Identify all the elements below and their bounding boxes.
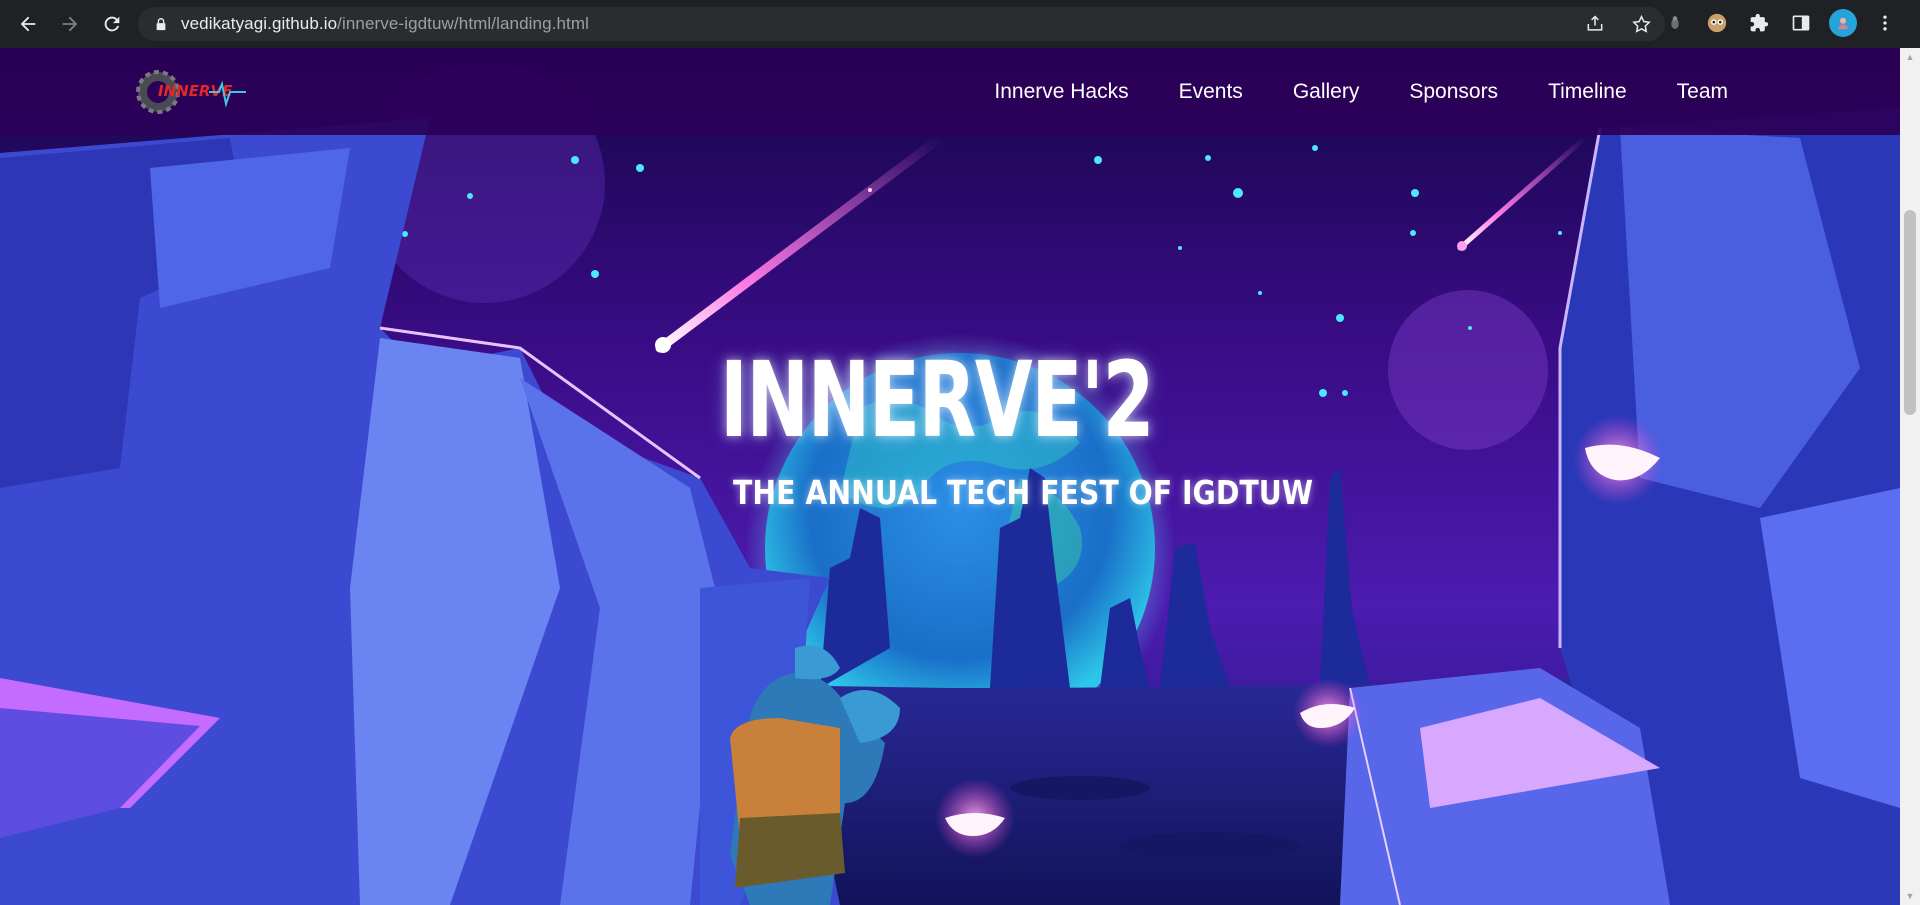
forward-button[interactable] [50,4,90,44]
nav-team[interactable]: Team [1677,80,1728,104]
address-bar[interactable]: vedikatyagi.github.io/innerve-igdtuw/htm… [138,7,1665,41]
back-button[interactable] [8,4,48,44]
hero-subtitle: THE ANNUAL TECH FEST OF IGDTUW [733,473,1314,512]
reload-icon [104,16,120,32]
nav-timeline[interactable]: Timeline [1548,80,1627,104]
scroll-down-arrow-icon[interactable]: ▼ [1905,891,1915,901]
lock-icon [153,16,169,32]
nav-innerve-hacks[interactable]: Innerve Hacks [994,80,1128,104]
innerve-logo[interactable]: INNERVE [134,62,249,122]
arrow-left-icon [20,16,36,32]
kebab-menu-icon[interactable] [1870,8,1900,38]
reload-button[interactable] [92,4,132,44]
scroll-up-arrow-icon[interactable]: ▲ [1905,52,1915,62]
puzzle-icon[interactable] [1744,8,1774,38]
extension-owl-icon[interactable] [1702,8,1732,38]
page-scrollbar[interactable]: ▲ ▼ [1900,48,1920,905]
url-text: vedikatyagi.github.io/innerve-igdtuw/htm… [181,14,589,34]
page-viewport: INNERVE Innerve Hacks Events Gallery Spo… [0,48,1900,905]
extension-icon[interactable] [1660,8,1690,38]
nav-sponsors[interactable]: Sponsors [1409,80,1498,104]
side-panel-icon[interactable] [1786,8,1816,38]
share-icon[interactable] [1583,12,1607,36]
browser-toolbar: vedikatyagi.github.io/innerve-igdtuw/htm… [0,0,1920,48]
hero-title: INNERVE'2 [720,339,1155,461]
url-domain: vedikatyagi.github.io [181,14,338,33]
nav-gallery[interactable]: Gallery [1293,80,1360,104]
scrollbar-thumb[interactable] [1904,210,1916,415]
profile-avatar[interactable] [1828,8,1858,38]
nav-events[interactable]: Events [1179,80,1243,104]
main-nav: Innerve Hacks Events Gallery Sponsors Ti… [994,48,1728,135]
star-icon[interactable] [1629,12,1653,36]
url-path: /innerve-igdtuw/html/landing.html [337,14,589,33]
site-navbar: INNERVE Innerve Hacks Events Gallery Spo… [0,48,1900,135]
arrow-right-icon [62,16,78,32]
